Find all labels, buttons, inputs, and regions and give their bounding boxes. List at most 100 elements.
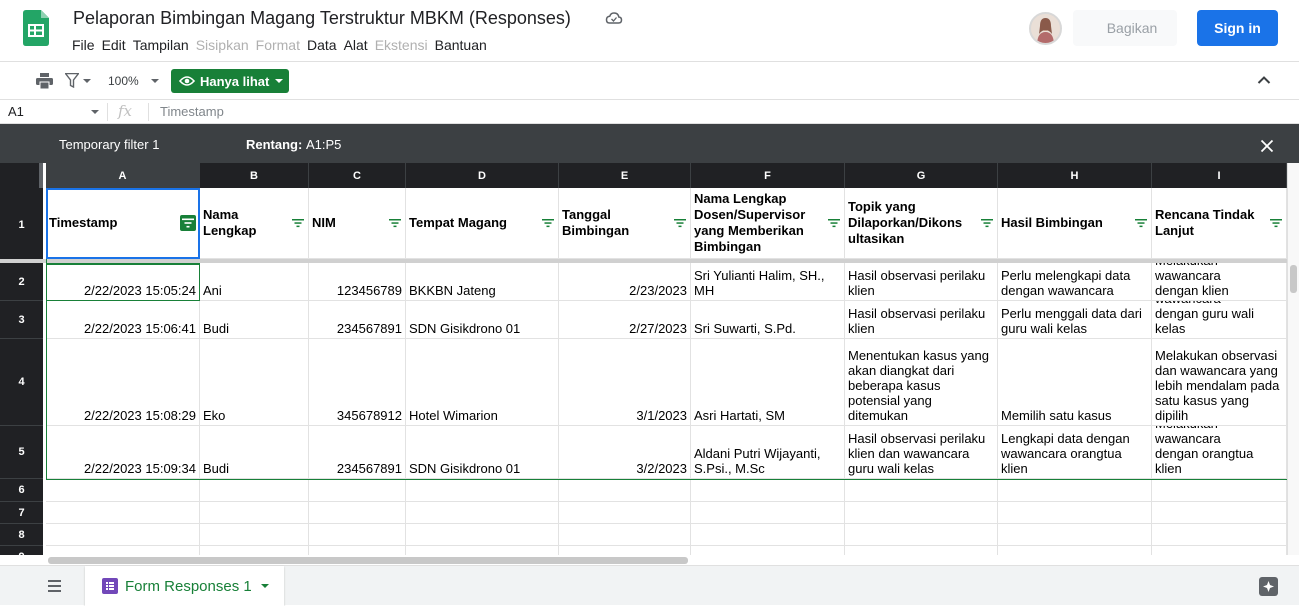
close-filter-icon[interactable] xyxy=(1260,139,1274,153)
empty-cell[interactable] xyxy=(559,546,691,555)
table-cell[interactable]: Melakukan wawancara dengan klien xyxy=(1152,263,1287,301)
table-cell[interactable]: Perlu menggali data dari guru wali kelas xyxy=(998,301,1152,339)
empty-cell[interactable] xyxy=(691,524,845,546)
table-cell[interactable]: Sri Suwarti, S.Pd. xyxy=(691,301,845,339)
table-cell[interactable]: Melakukan observasi dan wawancara yang l… xyxy=(1152,339,1287,426)
row-header-8[interactable]: 8 xyxy=(0,524,43,546)
table-cell[interactable]: Memilih satu kasus xyxy=(998,339,1152,426)
empty-cell[interactable] xyxy=(559,524,691,546)
empty-cell[interactable] xyxy=(46,546,200,555)
table-cell[interactable]: 3/2/2023 xyxy=(559,426,691,479)
collapse-menus-icon[interactable] xyxy=(1257,75,1271,85)
vertical-scrollbar[interactable] xyxy=(1287,163,1299,555)
filter-dropdown-icon[interactable] xyxy=(980,218,994,228)
table-cell[interactable]: 2/27/2023 xyxy=(559,301,691,339)
filter-dropdown-icon[interactable] xyxy=(291,218,305,228)
table-cell[interactable]: Asri Hartati, SM xyxy=(691,339,845,426)
header-cell-d[interactable]: Tempat Magang xyxy=(406,188,559,259)
table-cell[interactable]: Eko xyxy=(200,339,309,426)
row-header-2[interactable]: 2 xyxy=(0,263,43,301)
table-cell[interactable]: Hotel Wimarion xyxy=(406,339,559,426)
empty-cell[interactable] xyxy=(406,502,559,524)
empty-cell[interactable] xyxy=(200,524,309,546)
filter-dropdown-icon[interactable] xyxy=(673,218,687,228)
empty-cell[interactable] xyxy=(200,502,309,524)
filter-icon[interactable] xyxy=(65,73,79,88)
header-cell-h[interactable]: Hasil Bimbingan xyxy=(998,188,1152,259)
empty-cell[interactable] xyxy=(1152,524,1287,546)
table-cell[interactable]: Budi xyxy=(200,426,309,479)
frozen-row-divider[interactable] xyxy=(0,259,1287,263)
table-cell[interactable]: Hasil observasi perilaku klien xyxy=(845,263,998,301)
formula-input[interactable]: Timestamp xyxy=(160,104,224,119)
filter-dropdown-icon[interactable] xyxy=(541,218,555,228)
empty-cell[interactable] xyxy=(845,502,998,524)
header-cell-c[interactable]: NIM xyxy=(309,188,406,259)
row-header-1[interactable]: 1 xyxy=(0,188,43,263)
view-only-button[interactable]: Hanya lihat xyxy=(171,69,289,93)
row-header-4[interactable]: 4 xyxy=(0,339,43,426)
table-cell[interactable]: 2/22/2023 15:08:29 xyxy=(46,339,200,426)
header-cell-e[interactable]: Tanggal Bimbingan xyxy=(559,188,691,259)
empty-cell[interactable] xyxy=(46,524,200,546)
table-cell[interactable]: 2/22/2023 15:06:41 xyxy=(46,301,200,339)
table-cell[interactable]: 234567891 xyxy=(309,301,406,339)
empty-cell[interactable] xyxy=(309,479,406,502)
table-cell[interactable]: 345678912 xyxy=(309,339,406,426)
table-cell[interactable]: 3/1/2023 xyxy=(559,339,691,426)
column-header-c[interactable]: C xyxy=(309,163,406,188)
document-title[interactable]: Pelaporan Bimbingan Magang Terstruktur M… xyxy=(73,8,571,29)
menu-item-sisipkan[interactable]: Sisipkan xyxy=(196,37,249,55)
user-avatar[interactable] xyxy=(1029,12,1062,45)
filter-dropdown-icon[interactable] xyxy=(1269,218,1283,228)
sign-in-button[interactable]: Sign in xyxy=(1197,10,1278,46)
sheet-tab-form-responses[interactable]: Form Responses 1 xyxy=(85,566,284,606)
table-cell[interactable]: Melakukan wawancara dengan orangtua klie… xyxy=(1152,426,1287,479)
menu-item-tampilan[interactable]: Tampilan xyxy=(133,37,189,55)
empty-cell[interactable] xyxy=(1152,502,1287,524)
empty-cell[interactable] xyxy=(46,502,200,524)
filter-dropdown-icon[interactable] xyxy=(827,218,841,228)
table-cell[interactable]: SDN Gisikdrono 01 xyxy=(406,426,559,479)
column-header-g[interactable]: G xyxy=(845,163,998,188)
empty-cell[interactable] xyxy=(309,502,406,524)
name-box[interactable]: A1 xyxy=(8,104,24,119)
column-header-b[interactable]: B xyxy=(200,163,309,188)
header-cell-a[interactable]: Timestamp xyxy=(46,188,200,259)
empty-cell[interactable] xyxy=(309,524,406,546)
vertical-scroll-thumb[interactable] xyxy=(1290,265,1297,293)
column-header-f[interactable]: F xyxy=(691,163,845,188)
row-header-3[interactable]: 3 xyxy=(0,301,43,339)
zoom-dropdown-icon[interactable] xyxy=(151,79,159,83)
row-header-7[interactable]: 7 xyxy=(0,502,43,524)
table-cell[interactable]: Hasil observasi perilaku klien dan wawan… xyxy=(845,426,998,479)
table-cell[interactable]: BKKBN Jateng xyxy=(406,263,559,301)
name-box-dropdown-icon[interactable] xyxy=(91,110,99,114)
empty-cell[interactable] xyxy=(406,524,559,546)
header-cell-g[interactable]: Topik yang Dilaporkan/Dikons ultasikan xyxy=(845,188,998,259)
header-cell-i[interactable]: Rencana Tindak Lanjut xyxy=(1152,188,1287,259)
cloud-status-icon[interactable] xyxy=(605,10,623,26)
zoom-select[interactable]: 100% xyxy=(108,74,139,88)
table-cell[interactable]: Budi xyxy=(200,301,309,339)
select-all-corner[interactable] xyxy=(0,163,43,188)
empty-cell[interactable] xyxy=(559,502,691,524)
print-icon[interactable] xyxy=(36,73,53,89)
menu-item-edit[interactable]: Edit xyxy=(102,37,126,55)
menu-item-data[interactable]: Data xyxy=(307,37,337,55)
table-cell[interactable]: Hasil observasi perilaku klien xyxy=(845,301,998,339)
table-cell[interactable]: Menentukan kasus yang akan diangkat dari… xyxy=(845,339,998,426)
row-header-9[interactable]: 9 xyxy=(0,546,43,555)
empty-cell[interactable] xyxy=(998,524,1152,546)
table-cell[interactable]: 2/22/2023 15:05:24 xyxy=(46,263,200,301)
empty-cell[interactable] xyxy=(845,546,998,555)
empty-cell[interactable] xyxy=(1152,479,1287,502)
table-cell[interactable]: Lengkapi data dengan wawancara orangtua … xyxy=(998,426,1152,479)
table-cell[interactable]: Melakukan wawancara dengan guru wali kel… xyxy=(1152,301,1287,339)
empty-cell[interactable] xyxy=(998,546,1152,555)
table-cell[interactable]: 2/22/2023 15:09:34 xyxy=(46,426,200,479)
table-cell[interactable]: Ani xyxy=(200,263,309,301)
filter-view-name[interactable]: Temporary filter 1 xyxy=(59,137,159,152)
row-header-5[interactable]: 5 xyxy=(0,426,43,479)
column-header-h[interactable]: H xyxy=(998,163,1152,188)
